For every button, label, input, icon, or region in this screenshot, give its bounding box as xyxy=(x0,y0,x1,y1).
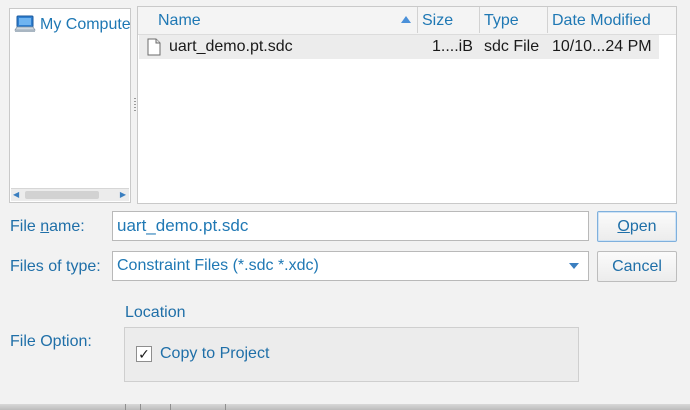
file-name-label: File name: xyxy=(10,218,85,235)
place-item-label: My Computer xyxy=(40,16,130,33)
scrollbar-thumb[interactable] xyxy=(25,191,99,199)
column-header-date-modified[interactable]: Date Modified xyxy=(548,7,658,33)
scroll-right-icon[interactable]: ▶ xyxy=(120,190,126,200)
computer-icon xyxy=(14,15,36,32)
column-header-name[interactable]: Name xyxy=(138,7,418,33)
column-header-type[interactable]: Type xyxy=(480,7,548,33)
file-dialog: My Computer ◀ ▶ Name Size Type Date Modi… xyxy=(0,0,690,410)
copy-to-project-label[interactable]: Copy to Project xyxy=(160,345,269,363)
location-group-title: Location xyxy=(125,304,186,321)
sort-ascending-icon xyxy=(401,16,411,23)
file-name-cell: uart_demo.pt.sdc xyxy=(169,38,293,55)
chevron-down-icon xyxy=(569,263,579,269)
file-type-cell: sdc File xyxy=(484,38,540,55)
places-panel: My Computer ◀ ▶ xyxy=(9,8,131,203)
file-date-cell: 10/10...24 PM xyxy=(552,38,652,55)
files-of-type-value: Constraint Files (*.sdc *.xdc) xyxy=(117,257,319,274)
file-size-cell: 1....iB xyxy=(432,38,473,55)
file-row[interactable]: uart_demo.pt.sdc 1....iB sdc File 10/10.… xyxy=(139,35,659,59)
file-name-input[interactable]: uart_demo.pt.sdc xyxy=(112,211,589,241)
document-icon xyxy=(147,38,161,56)
column-header-size[interactable]: Size xyxy=(418,7,480,33)
place-item-my-computer[interactable]: My Computer xyxy=(12,12,130,38)
strip-divider xyxy=(170,404,171,410)
scroll-left-icon[interactable]: ◀ xyxy=(13,190,19,200)
files-of-type-label: Files of type: xyxy=(10,258,101,275)
places-horizontal-scrollbar[interactable]: ◀ ▶ xyxy=(11,188,129,201)
pane-splitter-handle[interactable] xyxy=(134,98,136,112)
copy-to-project-checkbox[interactable]: ✓ xyxy=(136,346,152,362)
background-window-strip xyxy=(0,404,690,410)
strip-divider xyxy=(125,404,126,410)
strip-divider xyxy=(225,404,226,410)
file-option-label: File Option: xyxy=(10,333,92,350)
files-of-type-select[interactable]: Constraint Files (*.sdc *.xdc) xyxy=(112,251,589,281)
file-list-header: Name Size Type Date Modified xyxy=(138,7,676,35)
cancel-button[interactable]: Cancel xyxy=(597,251,677,282)
file-list: Name Size Type Date Modified uart_demo.p… xyxy=(137,6,677,204)
open-button[interactable]: Open xyxy=(597,211,677,242)
strip-divider xyxy=(140,404,141,410)
